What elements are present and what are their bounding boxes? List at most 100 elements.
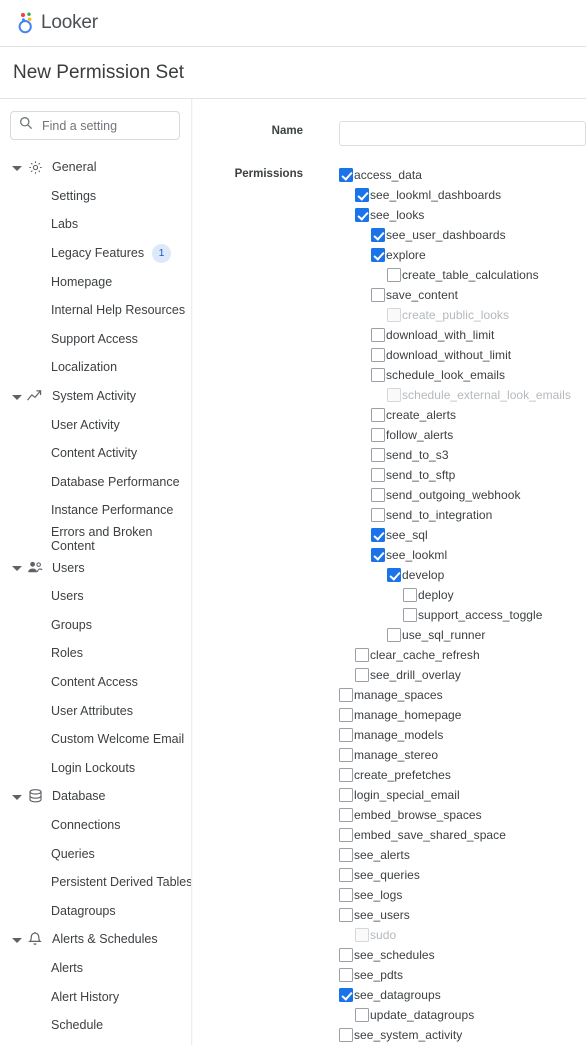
caret-down-icon[interactable] [11,391,22,402]
checkbox-manage-homepage[interactable] [339,708,353,722]
caret-down-icon[interactable] [11,562,22,573]
checkbox-embed-save-shared-space[interactable] [339,828,353,842]
checkbox-see-logs[interactable] [339,888,353,902]
checkbox-schedule-look-emails[interactable] [371,368,385,382]
sidebar-item-connections[interactable]: Connections [0,811,193,840]
checkbox-login-special-email[interactable] [339,788,353,802]
people-icon [27,560,43,576]
sidebar-item-custom-welcome-email[interactable]: Custom Welcome Email [0,725,193,754]
sidebar-item-settings[interactable]: Settings [0,182,193,211]
sidebar-item-label: Connections [51,817,121,832]
sidebar-group-label: System Activity [52,389,137,404]
sidebar-item-persistent-derived-tables[interactable]: Persistent Derived Tables [0,868,193,897]
checkbox-see-datagroups[interactable] [339,988,353,1002]
checkbox-send-outgoing-webhook[interactable] [371,488,385,502]
checkbox-see-schedules[interactable] [339,948,353,962]
sidebar-item-instance-performance[interactable]: Instance Performance [0,496,193,525]
checkbox-use-sql-runner[interactable] [387,628,401,642]
trending-up-icon [27,388,43,404]
checkbox-explore[interactable] [371,248,385,262]
checkbox-access-data[interactable] [339,168,353,182]
sidebar-item-groups[interactable]: Groups [0,611,193,640]
checkbox-see-queries[interactable] [339,868,353,882]
name-input[interactable] [339,121,586,146]
sidebar-item-alert-history[interactable]: Alert History [0,982,193,1011]
brand-name: Looker [41,12,98,33]
sidebar-item-alerts[interactable]: Alerts [0,954,193,983]
checkbox-see-drill-overlay[interactable] [355,668,369,682]
sidebar-group-users[interactable]: Users [0,553,193,582]
checkbox-download-with-limit[interactable] [371,328,385,342]
checkbox-see-pdts[interactable] [339,968,353,982]
sidebar-group-database[interactable]: Database [0,782,193,811]
sidebar-item-roles[interactable]: Roles [0,639,193,668]
checkbox-manage-models[interactable] [339,728,353,742]
checkbox-embed-browse-spaces[interactable] [339,808,353,822]
checkbox-see-looks[interactable] [355,208,369,222]
checkbox-create-public-looks [387,308,401,322]
checkbox-send-to-integration[interactable] [371,508,385,522]
name-label: Name [271,125,303,137]
permission-label: see_alerts [354,848,410,862]
sidebar-item-support-access[interactable]: Support Access [0,325,193,354]
permission-row: create_public_looks [339,305,571,325]
checkbox-support-access-toggle[interactable] [403,608,417,622]
permission-label: see_sql [386,528,428,542]
checkbox-create-prefetches[interactable] [339,768,353,782]
sidebar-item-database-performance[interactable]: Database Performance [0,468,193,497]
search-input[interactable] [40,117,193,134]
sidebar-group-alerts-schedules[interactable]: Alerts & Schedules [0,925,193,954]
caret-down-icon[interactable] [11,162,22,173]
checkbox-create-alerts[interactable] [371,408,385,422]
looker-logo[interactable]: Looker [17,12,98,34]
settings-search[interactable] [10,111,193,140]
sidebar-item-labs[interactable]: Labs [0,210,193,239]
checkbox-create-table-calculations[interactable] [387,268,401,282]
sidebar-item-legacy-features[interactable]: Legacy Features 1 [0,239,193,268]
checkbox-clear-cache-refresh[interactable] [355,648,369,662]
checkbox-see-users[interactable] [339,908,353,922]
checkbox-manage-spaces[interactable] [339,688,353,702]
checkbox-see-system-activity[interactable] [339,1028,353,1042]
checkbox-download-without-limit[interactable] [371,348,385,362]
sidebar-item-user-attributes[interactable]: User Attributes [0,696,193,725]
sidebar-item-content-access[interactable]: Content Access [0,668,193,697]
checkbox-see-sql[interactable] [371,528,385,542]
permission-label: create_prefetches [354,768,451,782]
checkbox-update-datagroups[interactable] [355,1008,369,1022]
permissions-label: Permissions [234,168,303,180]
sidebar-item-localization[interactable]: Localization [0,353,193,382]
sidebar-item-login-lockouts[interactable]: Login Lockouts [0,753,193,782]
checkbox-see-lookml[interactable] [371,548,385,562]
sidebar-item-errors-and-broken-content[interactable]: Errors and Broken Content [0,525,193,554]
checkbox-manage-stereo[interactable] [339,748,353,762]
checkbox-send-to-sftp[interactable] [371,468,385,482]
sidebar-item-datagroups[interactable]: Datagroups [0,896,193,925]
admin-sidebar: General Settings Labs Legacy Features 1 Homep… [0,99,193,1045]
checkbox-see-user-dashboards[interactable] [371,228,385,242]
permission-row: see_lookml_dashboards [339,185,571,205]
sidebar-item-content-activity[interactable]: Content Activity [0,439,193,468]
sidebar-item-homepage[interactable]: Homepage [0,267,193,296]
sidebar-item-user-activity[interactable]: User Activity [0,410,193,439]
caret-down-icon[interactable] [11,934,22,945]
checkbox-follow-alerts[interactable] [371,428,385,442]
checkbox-develop[interactable] [387,568,401,582]
permission-row: see_logs [339,885,571,905]
sidebar-group-general[interactable]: General [0,153,193,182]
sidebar-item-internal-help-resources[interactable]: Internal Help Resources [0,296,193,325]
checkbox-see-lookml-dashboards[interactable] [355,188,369,202]
checkbox-see-alerts[interactable] [339,848,353,862]
sidebar-item-users[interactable]: Users [0,582,193,611]
sidebar-item-schedule[interactable]: Schedule [0,1011,193,1040]
permission-label: use_sql_runner [402,628,486,642]
checkbox-send-to-s3[interactable] [371,448,385,462]
checkbox-save-content[interactable] [371,288,385,302]
sidebar-group-system-activity[interactable]: System Activity [0,382,193,411]
sidebar-item-label: Localization [51,360,118,375]
permission-label: create_alerts [386,408,457,422]
caret-down-icon[interactable] [11,791,22,802]
permission-row: embed_save_shared_space [339,825,571,845]
checkbox-deploy[interactable] [403,588,417,602]
sidebar-item-queries[interactable]: Queries [0,839,193,868]
